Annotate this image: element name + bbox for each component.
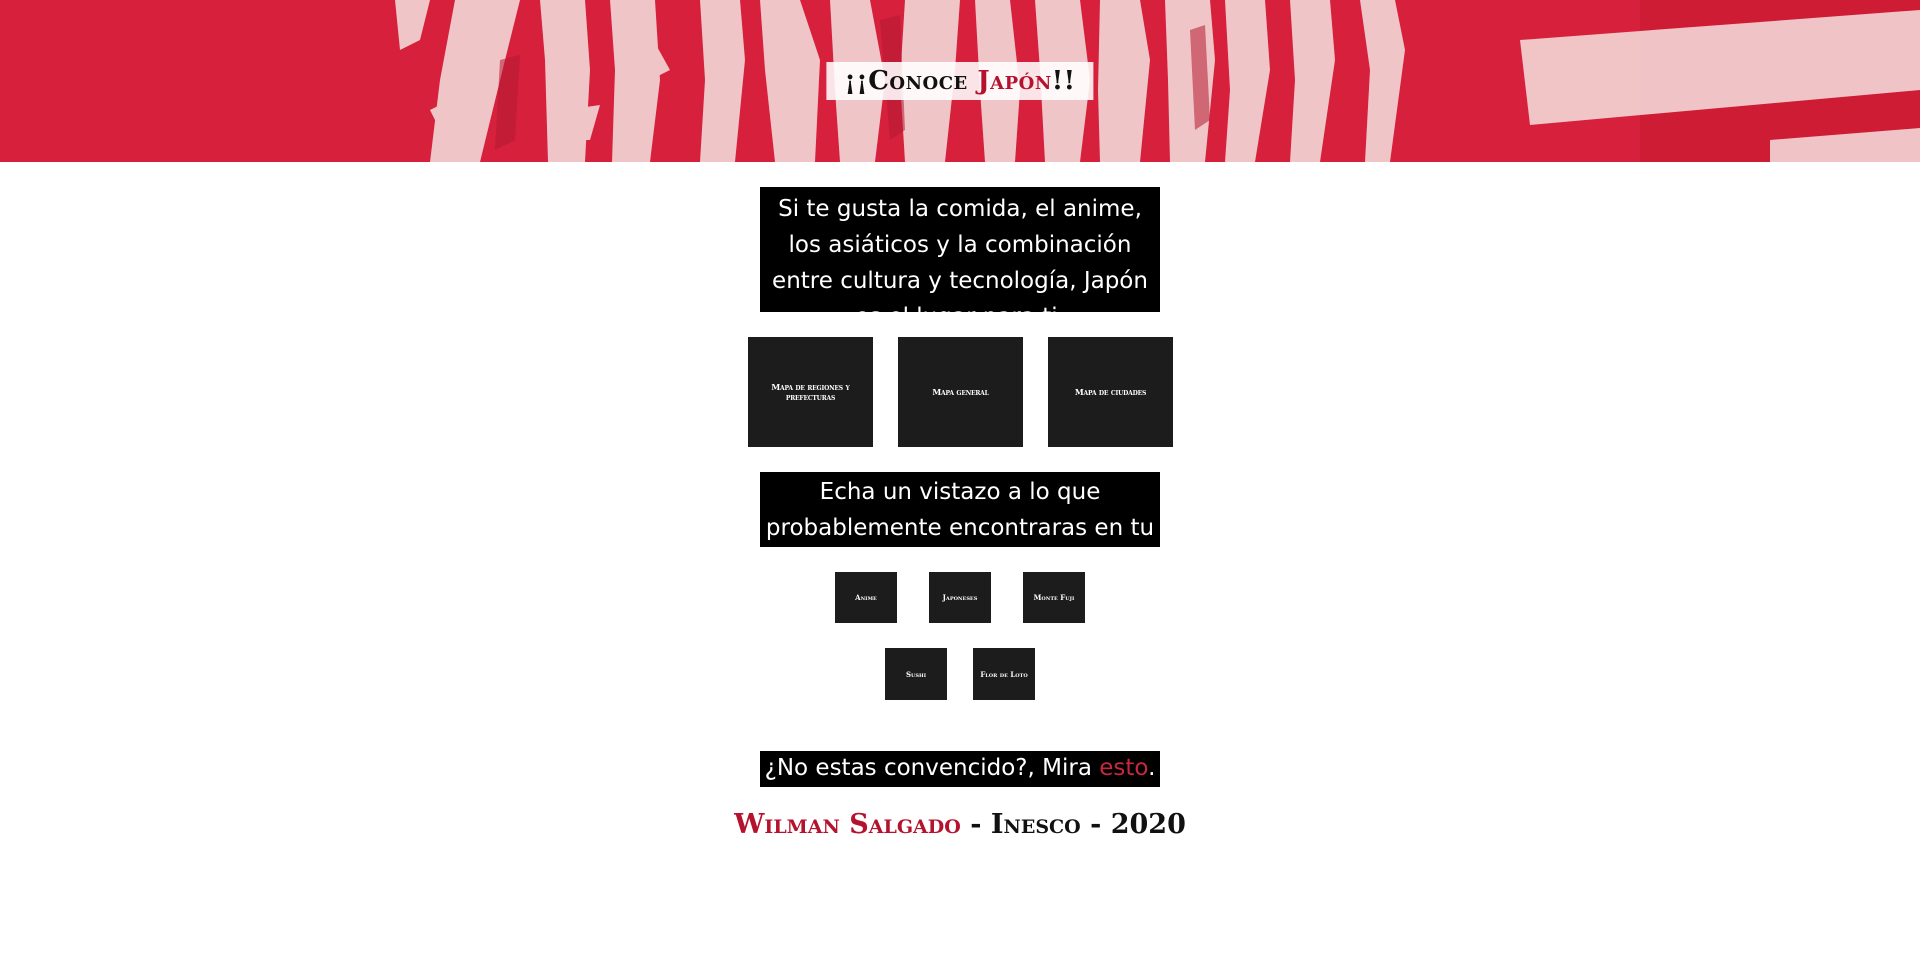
map-regions-prefectures-tile[interactable]: Mapa de regiones y prefecturas <box>748 337 873 447</box>
this-link[interactable]: esto <box>1099 755 1148 781</box>
school-name: Inesco <box>990 809 1081 840</box>
map-general-tile[interactable]: Mapa general <box>898 337 1023 447</box>
title-suffix: !! <box>1051 66 1076 96</box>
page-title: ¡¡Conoce Japón!! <box>826 62 1094 100</box>
intro-text: Si te gusta la comida, el anime, los asi… <box>760 187 1160 330</box>
gallery-lotus-flower-tile[interactable]: Flor de Loto <box>973 648 1035 700</box>
gallery-anime-tile[interactable]: Anime <box>835 572 897 623</box>
year: 2020 <box>1110 809 1186 840</box>
look-text: Echa un vistazo a lo que probablemente e… <box>760 472 1160 577</box>
not-convinced-text: ¿No estas convencido?, Mira esto. <box>760 751 1160 787</box>
not-convinced-suffix: . <box>1148 755 1156 781</box>
separator-1: - <box>960 809 991 840</box>
author-name: Wilman Salgado <box>734 809 961 840</box>
hero-banner: ¡¡Conoce Japón!! <box>0 0 1920 162</box>
gallery-sushi-tile[interactable]: Sushi <box>885 648 947 700</box>
gallery-japanese-people-tile[interactable]: Japoneses <box>929 572 991 623</box>
not-convinced-prefix: ¿No estas convencido?, Mira <box>764 755 1100 781</box>
title-prefix: ¡¡Conoce <box>844 66 978 96</box>
footer-credits: Wilman Salgado - Inesco - 2020 <box>0 809 1920 840</box>
map-cities-tile[interactable]: Mapa de ciudades <box>1048 337 1173 447</box>
separator-2: - <box>1080 809 1111 840</box>
title-accent: Japón <box>977 66 1052 96</box>
gallery-mount-fuji-tile[interactable]: Monte Fuji <box>1023 572 1085 623</box>
